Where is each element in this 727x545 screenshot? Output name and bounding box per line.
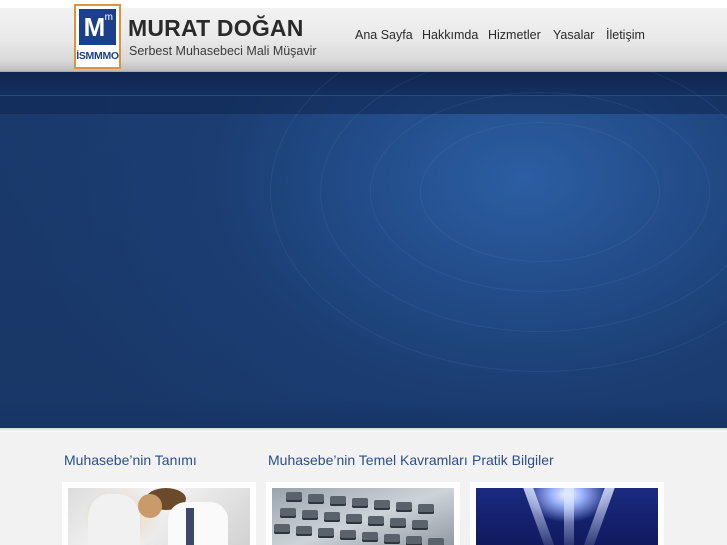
site-header: M m İSMMMO MURAT DOĞAN Serbest Muhasebec… xyxy=(0,0,727,72)
calc-key xyxy=(330,496,346,506)
section-thumb-calculator[interactable] xyxy=(266,482,460,545)
light-beam xyxy=(579,488,615,545)
calc-key xyxy=(340,530,356,540)
section-thumb-office[interactable] xyxy=(62,482,256,545)
calc-key xyxy=(384,534,400,544)
image-figure xyxy=(88,494,140,545)
calc-key xyxy=(396,502,412,512)
calc-key xyxy=(324,512,340,522)
image-figure xyxy=(186,508,194,545)
calc-key xyxy=(412,520,428,530)
image-figure xyxy=(168,502,228,545)
section-title-pratik-bilgiler[interactable]: Pratik Bilgiler xyxy=(472,452,554,468)
calc-key xyxy=(406,536,422,545)
light-rays-image xyxy=(476,488,658,545)
brand-tagline: Serbest Muhasebeci Mali Müşavir xyxy=(129,44,317,58)
calc-key xyxy=(428,538,444,545)
calc-key xyxy=(346,514,362,524)
calc-key xyxy=(302,510,318,520)
calc-key xyxy=(368,516,384,526)
nav-item-yasalar[interactable]: Yasalar xyxy=(553,28,594,42)
calc-key xyxy=(362,532,378,542)
calc-key xyxy=(296,526,312,536)
calc-key xyxy=(308,494,324,504)
section-title-muhasebe-tanimi[interactable]: Muhasebe’nin Tanımı xyxy=(64,452,197,468)
nav-item-hakkimda[interactable]: Hakkımda xyxy=(422,28,478,42)
calc-key xyxy=(280,508,296,518)
nav-item-ana-sayfa[interactable]: Ana Sayfa xyxy=(355,28,413,42)
hero-floor xyxy=(0,398,727,428)
calc-key xyxy=(274,524,290,534)
calc-key xyxy=(318,528,334,538)
light-beam xyxy=(564,488,574,545)
section-title-temel-kavramlar[interactable]: Muhasebe’nin Temel Kavramları xyxy=(268,452,468,468)
nav-item-iletisim[interactable]: İletişim xyxy=(606,28,645,42)
calc-key xyxy=(374,500,390,510)
office-people-image xyxy=(68,488,250,545)
hero-banner xyxy=(0,72,727,428)
logo-text: İSMMMO xyxy=(76,50,119,62)
content-area: Muhasebe’nin Tanımı Muhasebe’nin Temel K… xyxy=(0,432,727,545)
image-figure xyxy=(138,494,162,518)
nav-item-hizmetler[interactable]: Hizmetler xyxy=(488,28,541,42)
calc-key xyxy=(286,492,302,502)
hero-ring xyxy=(420,122,660,262)
main-nav: Ana Sayfa Hakkımda Hizmetler Yasalar İle… xyxy=(0,28,727,46)
calc-key xyxy=(418,504,434,514)
section-thumb-light[interactable] xyxy=(470,482,664,545)
light-beam xyxy=(523,488,559,545)
calc-key xyxy=(352,498,368,508)
calc-key xyxy=(390,518,406,528)
calculator-keys-image xyxy=(272,488,454,545)
